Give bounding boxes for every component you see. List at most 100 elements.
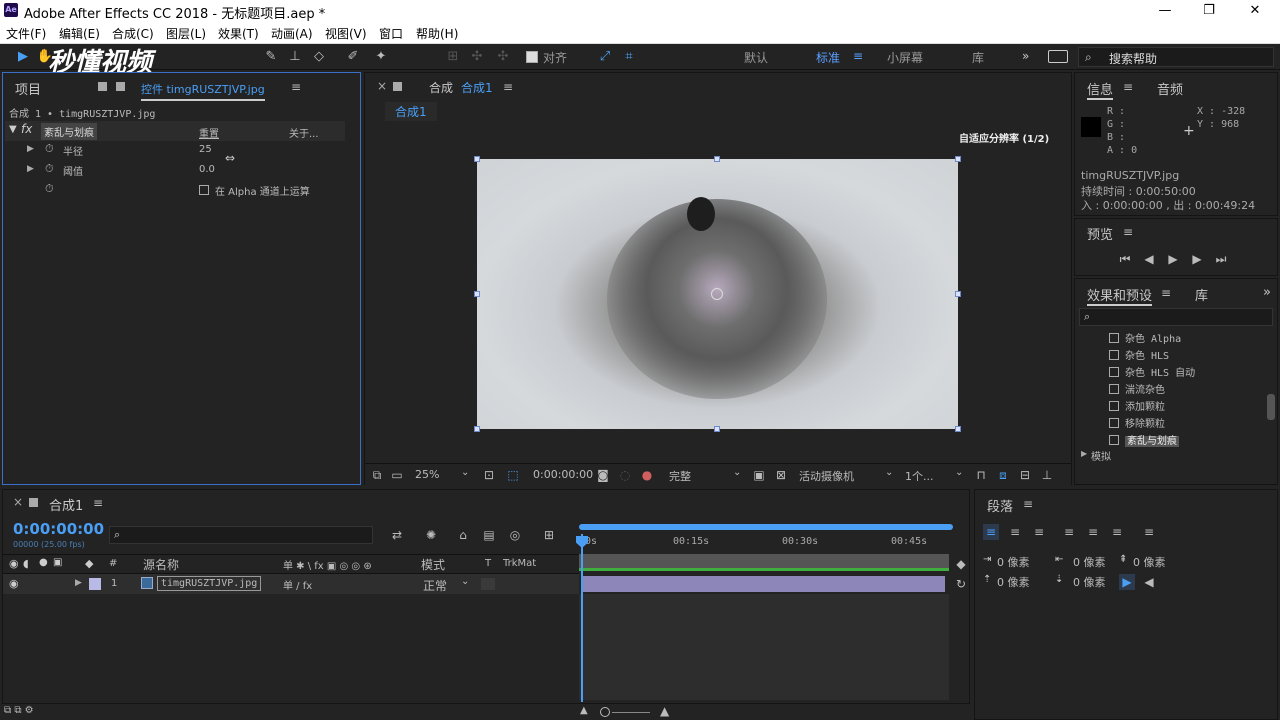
solo-icon[interactable]: ● (39, 557, 48, 568)
always-preview-icon[interactable]: ⧉ (369, 467, 385, 483)
expand-threshold-icon[interactable]: ▶ (27, 164, 34, 174)
menu-edit[interactable]: 编辑(E) (59, 25, 100, 42)
align-center-icon[interactable]: ≡ (1007, 524, 1023, 540)
tab-audio[interactable]: 音频 (1157, 79, 1183, 98)
panel-menu-icon[interactable]: ≡ (1023, 497, 1033, 511)
about-link[interactable]: 关于... (289, 125, 319, 140)
eraser-tool-icon[interactable]: ◇ (310, 48, 328, 66)
camera-dropdown[interactable]: 活动摄像机 (799, 468, 854, 484)
effect-list-item[interactable]: 湍流杂色 (1109, 381, 1165, 396)
ruler-end-icon[interactable]: ◆ (953, 556, 969, 572)
zoom-out-icon[interactable]: ▲ (580, 705, 588, 716)
quality-dropdown[interactable]: 完整 (669, 468, 691, 484)
workspace-default[interactable]: 默认 (744, 49, 768, 66)
panel-menu-icon[interactable]: ≡ (1123, 80, 1133, 94)
tab-paragraph[interactable]: 段落 (987, 496, 1013, 515)
layer-name[interactable]: timgRUSZTJVP.jpg (157, 576, 262, 591)
tab-effects-presets[interactable]: 效果和预设 (1087, 285, 1153, 306)
resize-handle[interactable] (955, 426, 961, 432)
comp-subtab[interactable]: 合成1 (385, 102, 437, 121)
layer-duration-bar[interactable] (581, 576, 945, 592)
snapshot-icon[interactable]: ◙ (595, 467, 611, 483)
snap-grid-icon[interactable]: ⌗ (620, 48, 638, 66)
expand-layer-icon[interactable]: ▶ (75, 578, 82, 588)
selection-tool-icon[interactable]: ▶ (14, 48, 32, 66)
panel-menu-icon[interactable]: ≡ (1161, 286, 1171, 300)
pin-tool-icon[interactable]: ✦ (372, 48, 390, 66)
timeline-timecode[interactable]: 0:00:00:00 (13, 520, 104, 538)
panel-menu-icon[interactable]: ≡ (503, 80, 513, 94)
label-icon[interactable]: ◆ (85, 557, 93, 570)
close-button[interactable]: ✕ (1232, 1, 1278, 21)
resize-handle[interactable] (955, 291, 961, 297)
tab-project[interactable]: 项目 (15, 79, 41, 98)
resize-handle[interactable] (714, 156, 720, 162)
comp-tab-name[interactable]: 合成1 (461, 79, 493, 96)
resize-handle[interactable] (714, 426, 720, 432)
audio-icon[interactable]: ◖ (23, 557, 29, 570)
eye-icon[interactable]: ◉ (9, 577, 19, 590)
workspace-menu-icon[interactable]: ≡ (853, 49, 863, 63)
close-tab-icon[interactable]: × (13, 495, 23, 509)
menu-animation[interactable]: 动画(A) (271, 25, 313, 42)
more-workspaces-icon[interactable]: » (1022, 49, 1029, 63)
viewer-timecode[interactable]: 0:00:00:00 (533, 468, 593, 481)
lock-icon[interactable] (98, 82, 107, 91)
tab-preview[interactable]: 预览 (1087, 224, 1113, 243)
snap-edge-icon[interactable]: ⤢ (596, 48, 614, 66)
graph-editor-icon[interactable]: ⊞ (541, 527, 557, 543)
menu-layer[interactable]: 图层(L) (166, 25, 206, 42)
fx-icon[interactable]: fx (21, 122, 32, 136)
trkmat-box[interactable] (481, 578, 495, 590)
mask-icon[interactable]: ⊠ (773, 467, 789, 483)
views-dropdown[interactable]: 1个... (905, 468, 934, 484)
workspace-standard[interactable]: 标准 (816, 49, 840, 66)
effect-list-item[interactable]: 添加颗粒 (1109, 398, 1165, 413)
expand-arrow-icon[interactable]: ▼ (9, 124, 17, 135)
layer-link-icon[interactable]: ↻ (953, 576, 969, 592)
reset-exposure-icon[interactable]: ⊓ (973, 467, 989, 483)
align-right-icon[interactable]: ≡ (1031, 524, 1047, 540)
menu-composition[interactable]: 合成(C) (112, 25, 154, 42)
menu-window[interactable]: 窗口 (379, 25, 403, 42)
layer-switches-icon[interactable]: 单 / fx (283, 577, 312, 592)
tab-info[interactable]: 信息 (1087, 79, 1114, 100)
effect-list-item[interactable]: 杂色 HLS (1109, 347, 1169, 362)
toggle-switches-icon[interactable]: ⧉ ⧉ ⚙ (4, 705, 34, 716)
indent-right-value[interactable]: 0 像素 (1073, 554, 1106, 570)
fit-icon[interactable]: ⊡ (481, 467, 497, 483)
panel-menu-icon[interactable]: ≡ (1123, 225, 1133, 239)
maximize-button[interactable]: ❐ (1186, 1, 1232, 21)
region-icon[interactable]: ⬚ (505, 467, 521, 483)
resize-handle[interactable] (955, 156, 961, 162)
play-icon[interactable]: ▶ (1165, 251, 1181, 267)
stopwatch-icon[interactable]: ⏱ (45, 182, 54, 196)
chevron-down-icon[interactable]: ⌄ (733, 467, 741, 478)
first-line-indent-value[interactable]: 0 像素 (1133, 554, 1166, 570)
chevron-down-icon[interactable]: ⌄ (955, 467, 963, 478)
space-before-value[interactable]: 0 像素 (997, 574, 1030, 590)
prev-frame-icon[interactable]: ◀ (1141, 251, 1157, 267)
brush-tool-icon[interactable]: ✎ (262, 48, 280, 66)
resize-handle[interactable] (474, 156, 480, 162)
rtl-direction-icon[interactable]: ◀ (1141, 574, 1157, 590)
justify-right-icon[interactable]: ≡ (1109, 524, 1125, 540)
indent-left-value[interactable]: 0 像素 (997, 554, 1030, 570)
fast-preview-icon[interactable]: ⧈ (995, 467, 1011, 483)
zoom-in-icon[interactable]: ▲ (660, 704, 669, 718)
shy-icon[interactable]: ⌂ (455, 527, 471, 543)
ltr-direction-icon[interactable]: ▶ (1119, 574, 1135, 590)
playhead[interactable] (581, 534, 583, 702)
zoom-slider-track[interactable] (612, 712, 650, 713)
timeline-search-input[interactable]: ⌕ (109, 526, 373, 544)
timeline-tab[interactable]: 合成1 (49, 495, 83, 514)
justify-center-icon[interactable]: ≡ (1085, 524, 1101, 540)
expand-group-icon[interactable]: ▶ (1081, 449, 1087, 458)
anchor-point-icon[interactable] (711, 288, 723, 300)
param-threshold-value[interactable]: 0.0 (199, 164, 215, 175)
panel-menu-icon[interactable]: ≡ (291, 80, 301, 94)
eye-icon[interactable]: ◉ (9, 557, 19, 570)
align-left-icon[interactable]: ≡ (983, 524, 999, 540)
flowchart-icon[interactable]: ⊥ (1039, 467, 1055, 483)
zoom-slider-thumb[interactable] (600, 707, 610, 717)
